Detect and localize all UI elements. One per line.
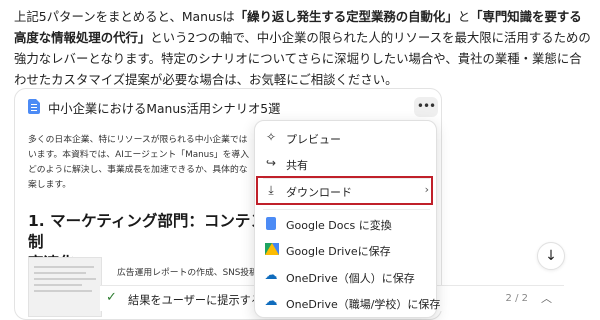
- menu-item-label: OneDrive（職場/学校）に保存: [286, 298, 441, 311]
- menu-item-onedrive-personal[interactable]: ☁ OneDrive（個人）に保存: [255, 265, 438, 289]
- menu-item-google-docs[interactable]: Google Docs に変換: [255, 212, 438, 236]
- document-options-menu: ✧ プレビュー ↪ 共有 ⤓ ダウンロード › Google Docs に変換 …: [254, 120, 441, 318]
- google-drive-icon: [265, 243, 279, 255]
- menu-item-label: Google Driveに保存: [286, 245, 391, 258]
- task-step-counter: 2 / 2: [505, 293, 528, 304]
- download-highlight-box: [256, 176, 433, 205]
- menu-item-label: 共有: [286, 159, 308, 172]
- document-snippet: 広告運用レポートの作成、SNS投稿、: [117, 268, 267, 278]
- menu-item-preview[interactable]: ✧ プレビュー: [255, 126, 438, 150]
- chevron-up-icon[interactable]: ︿: [541, 290, 552, 306]
- document-title: 中小企業におけるManus活用シナリオ5選: [48, 102, 281, 116]
- intro-bold-1: 「繰り返し発生する定型業務の自動化」: [234, 9, 458, 24]
- intro-text-2: と: [457, 9, 471, 24]
- heading-line: 1. マーケティング部門：コンテンツ制: [28, 212, 282, 251]
- menu-divider: [263, 209, 430, 210]
- more-options-button[interactable]: •••: [414, 97, 438, 117]
- menu-item-onedrive-work[interactable]: ☁ OneDrive（職場/学校）に保存: [255, 291, 441, 315]
- assistant-message: 上記5パターンをまとめると、Manusは「繰り返し発生する定型業務の自動化」と「…: [14, 6, 592, 90]
- onedrive-icon: ☁: [264, 294, 278, 309]
- google-docs-icon: [266, 217, 276, 230]
- task-status-text: 結果をユーザーに提示する: [128, 294, 263, 307]
- arrow-down-icon: ↓: [545, 248, 557, 264]
- share-arrow-icon: ↪: [265, 156, 277, 170]
- menu-item-label: OneDrive（個人）に保存: [286, 272, 415, 285]
- intro-text-1: 上記5パターンをまとめると、Manusは: [14, 9, 235, 24]
- onedrive-icon: ☁: [264, 268, 278, 283]
- menu-item-share[interactable]: ↪ 共有: [255, 152, 438, 176]
- check-icon: ✓: [106, 290, 117, 305]
- scroll-down-button[interactable]: ↓: [537, 242, 565, 270]
- sparkle-icon: ✧: [265, 130, 277, 144]
- menu-item-google-drive[interactable]: Google Driveに保存: [255, 238, 438, 262]
- menu-item-label: プレビュー: [286, 133, 341, 146]
- menu-item-label: Google Docs に変換: [286, 219, 392, 232]
- document-icon: [28, 99, 40, 114]
- document-thumbnail: [28, 257, 102, 317]
